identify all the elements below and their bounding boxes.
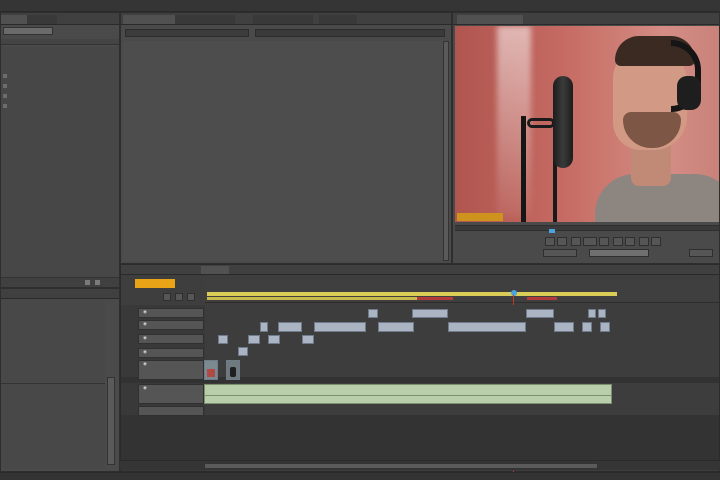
program-video-frame: [455, 26, 719, 222]
mark-in-button[interactable]: [545, 237, 555, 246]
headphone-earcup: [677, 76, 701, 110]
timeline-horizontal-scrollbar[interactable]: [120, 460, 720, 470]
mic-stand: [521, 116, 526, 222]
effects-list: [1, 299, 105, 469]
video-clip[interactable]: [260, 322, 268, 332]
video-clip[interactable]: [600, 322, 610, 332]
effects-divider: [1, 383, 105, 384]
project-list-header: [1, 39, 119, 45]
project-panel-footer: [1, 277, 119, 287]
effects-scrollbar[interactable]: [107, 377, 115, 465]
step-forward-button[interactable]: [599, 237, 609, 246]
project-panel: [0, 12, 120, 288]
linked-selection-button[interactable]: [187, 293, 195, 301]
play-button[interactable]: [583, 237, 597, 246]
program-scrub-bar[interactable]: [455, 225, 719, 231]
video-clip[interactable]: [218, 335, 228, 344]
project-list: [1, 47, 119, 277]
mark-out-button[interactable]: [557, 237, 567, 246]
project-panel-tabbar: [1, 13, 119, 25]
tab-audio-mixer[interactable]: [253, 15, 313, 24]
video-clip-thumbnail[interactable]: [226, 360, 240, 380]
playhead-handle[interactable]: [511, 290, 517, 296]
tab-metadata[interactable]: [319, 15, 357, 24]
project-search-input[interactable]: [3, 27, 53, 35]
video-clip[interactable]: [598, 309, 606, 318]
export-frame-button[interactable]: [639, 237, 649, 246]
video-clip[interactable]: [302, 335, 314, 344]
mic-shock-mount: [527, 118, 555, 128]
settings-button[interactable]: [651, 237, 661, 246]
render-bar-yellow: [207, 297, 417, 300]
trash-icon[interactable]: [95, 280, 100, 285]
microphone: [553, 76, 573, 168]
marker-indicator: [549, 229, 555, 233]
video-clip[interactable]: [278, 322, 302, 332]
program-monitor-tabbar: [453, 13, 719, 25]
track-header-v3[interactable]: ◉: [138, 320, 204, 330]
effects-panel: [0, 288, 120, 472]
video-clip[interactable]: [238, 347, 248, 356]
snap-button[interactable]: [163, 293, 171, 301]
extract-button[interactable]: [625, 237, 635, 246]
bottom-status-bar: [0, 472, 720, 480]
zoom-dropdown[interactable]: [689, 249, 713, 257]
video-clip[interactable]: [314, 322, 366, 332]
lift-button[interactable]: [613, 237, 623, 246]
tab-source[interactable]: [123, 15, 175, 24]
empty-audio-zone: [121, 415, 719, 461]
program-monitor-panel: [452, 12, 720, 264]
tab-program[interactable]: [457, 15, 523, 24]
source-clip-dropdown[interactable]: [125, 29, 249, 37]
video-clip[interactable]: [582, 322, 592, 332]
new-item-icon[interactable]: [85, 280, 90, 285]
track-header-a3[interactable]: [138, 406, 204, 416]
audio-clip[interactable]: [204, 384, 612, 404]
source-monitor-viewer: [123, 41, 449, 261]
video-clip[interactable]: [588, 309, 596, 318]
track-header-a1[interactable]: ◉: [138, 360, 204, 380]
source-monitor-panel: [120, 12, 452, 264]
step-back-button[interactable]: [571, 237, 581, 246]
video-clip[interactable]: [412, 309, 448, 318]
track-header-v4[interactable]: ◉: [138, 308, 204, 318]
program-timecode-bar: [457, 213, 503, 221]
render-bar-red: [417, 297, 453, 300]
tab-media-browser[interactable]: [27, 15, 57, 24]
tab-sequence[interactable]: [201, 266, 229, 274]
effects-panel-tabbar: [1, 289, 119, 299]
track-header-v2[interactable]: ◉: [138, 334, 204, 344]
render-bar-red: [527, 297, 557, 300]
jog-right-button[interactable]: [589, 249, 649, 257]
jog-left-button[interactable]: [543, 249, 577, 257]
video-clip[interactable]: [554, 322, 574, 332]
video-clip[interactable]: [368, 309, 378, 318]
video-clip[interactable]: [378, 322, 414, 332]
source-timecode-field[interactable]: [255, 29, 445, 37]
video-clip[interactable]: [526, 309, 554, 318]
track-header-v1[interactable]: ◉: [138, 348, 204, 358]
sequence-timecode[interactable]: [135, 279, 175, 288]
work-area-bar[interactable]: [207, 292, 617, 296]
video-clip[interactable]: [268, 335, 280, 344]
time-ruler[interactable]: [205, 279, 719, 303]
video-clip[interactable]: [448, 322, 526, 332]
add-marker-button[interactable]: [175, 293, 183, 301]
tab-effect-controls[interactable]: [175, 15, 235, 24]
source-scrollbar[interactable]: [443, 41, 449, 261]
timeline-tabbar: [121, 265, 719, 275]
top-bar: [0, 0, 720, 12]
source-monitor-tabbar: [121, 13, 451, 25]
timeline-scroll-thumb[interactable]: [204, 463, 598, 469]
video-clip-thumbnail[interactable]: [204, 360, 218, 380]
video-clip[interactable]: [248, 335, 260, 344]
audio-waveform: [205, 395, 611, 396]
track-header-a2[interactable]: ◉: [138, 384, 204, 404]
